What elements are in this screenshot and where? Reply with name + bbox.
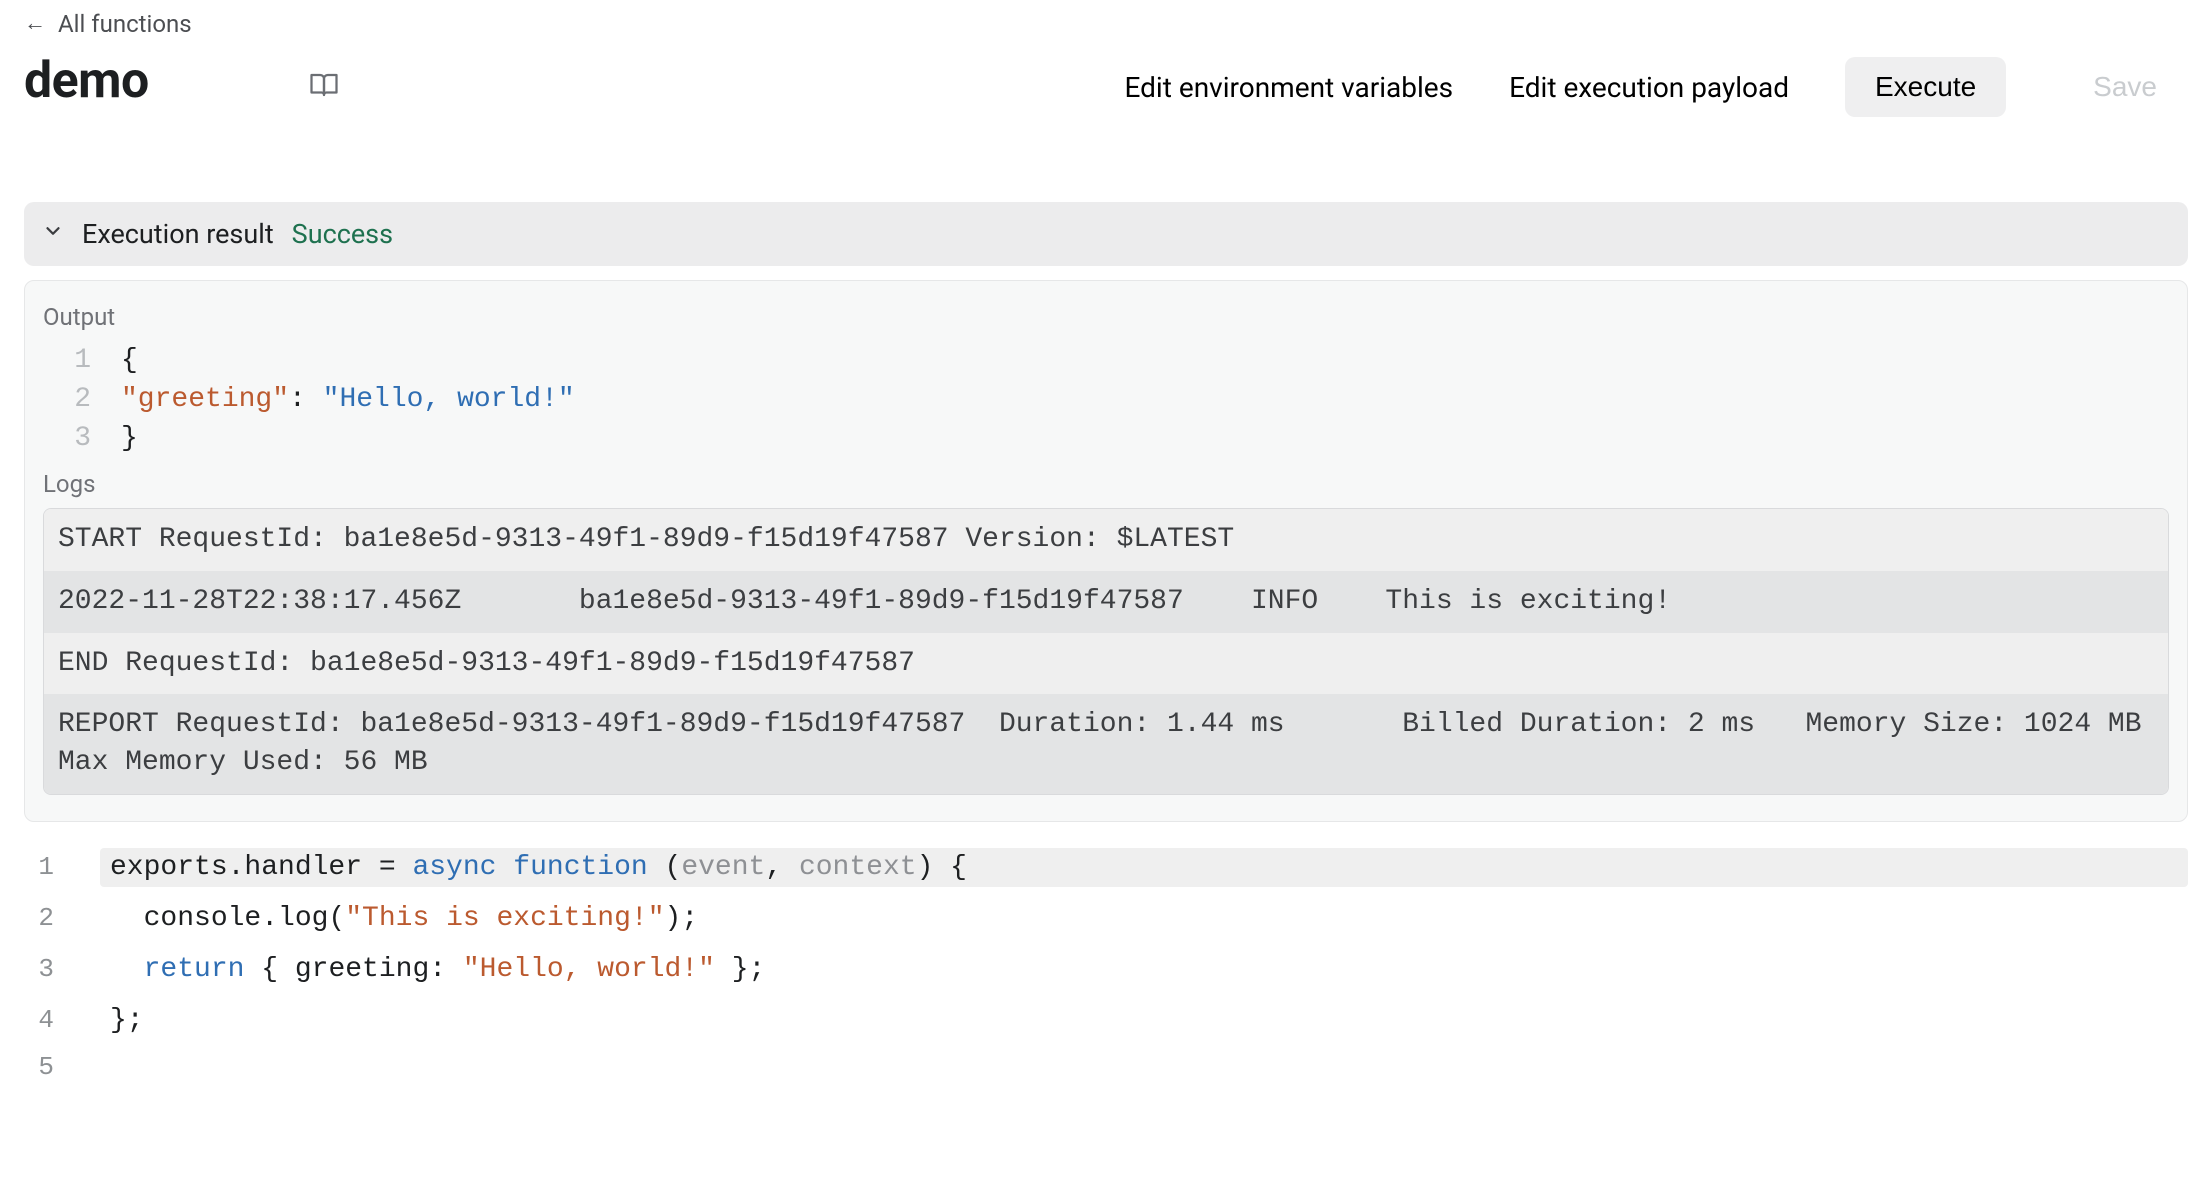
log-line: END RequestId: ba1e8e5d-9313-49f1-89d9-f… [44,633,2168,695]
code-editor[interactable]: 1 exports.handler = async function (event… [24,842,2188,1088]
editor-line[interactable]: 4}; [24,995,2188,1046]
chevron-down-icon [42,220,64,248]
editor-line[interactable]: 2 console.log("This is exciting!"); [24,893,2188,944]
output-label: Output [37,303,2175,331]
output-block: 1{2 "greeting": "Hello, world!"3} [37,341,2175,458]
page-title: demo [24,52,149,110]
result-header[interactable]: Execution result Success [24,202,2188,266]
output-line-content: } [121,423,138,454]
line-number: 2 [61,384,91,415]
editor-line[interactable]: 3 return { greeting: "Hello, world!" }; [24,944,2188,995]
line-number: 4 [24,1005,54,1035]
breadcrumb-back[interactable]: ← All functions [24,10,192,38]
line-number: 3 [61,423,91,454]
arrow-left-icon: ← [24,13,46,35]
edit-payload-link[interactable]: Edit execution payload [1509,71,1789,104]
editor-line-code[interactable] [100,1066,2188,1074]
line-number: 5 [24,1052,54,1082]
log-line: REPORT RequestId: ba1e8e5d-9313-49f1-89d… [44,694,2168,794]
output-line: 3} [37,419,2175,458]
editor-line-code[interactable]: exports.handler = async function (event,… [100,848,2188,887]
log-line: START RequestId: ba1e8e5d-9313-49f1-89d9… [44,509,2168,571]
logs-label: Logs [37,470,2175,498]
save-button[interactable]: Save [2062,56,2188,118]
result-header-label: Execution result [82,218,274,250]
output-line: 2 "greeting": "Hello, world!" [37,380,2175,419]
output-line: 1{ [37,341,2175,380]
editor-line-code[interactable]: console.log("This is exciting!"); [100,899,2188,938]
line-number: 2 [24,903,54,933]
editor-line-code[interactable]: return { greeting: "Hello, world!" }; [100,950,2188,989]
edit-env-vars-link[interactable]: Edit environment variables [1124,71,1453,104]
output-line-content: { [121,345,138,376]
line-number: 3 [24,954,54,984]
output-line-content: "greeting": "Hello, world!" [121,384,575,415]
line-number: 1 [61,345,91,376]
breadcrumb-label: All functions [58,10,192,38]
status-badge: Success [292,218,393,250]
book-icon[interactable] [309,70,339,104]
logs-box: START RequestId: ba1e8e5d-9313-49f1-89d9… [43,508,2169,795]
execute-button[interactable]: Execute [1845,57,2006,117]
editor-line[interactable]: 5 [24,1046,2188,1088]
line-number: 1 [24,852,54,882]
result-body: Output 1{2 "greeting": "Hello, world!"3}… [24,280,2188,822]
editor-line-code[interactable]: }; [100,1001,2188,1040]
log-line: 2022-11-28T22:38:17.456Z ba1e8e5d-9313-4… [44,571,2168,633]
editor-line[interactable]: 1 exports.handler = async function (event… [24,842,2188,893]
